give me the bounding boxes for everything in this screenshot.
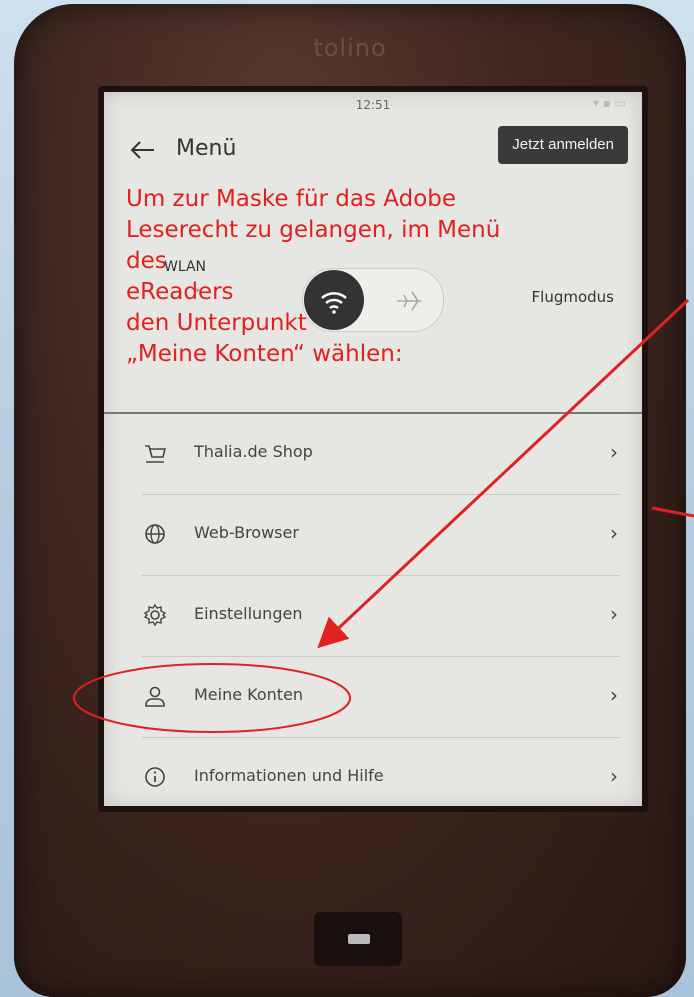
home-button[interactable]	[314, 912, 402, 966]
back-arrow-icon[interactable]	[130, 140, 156, 160]
chevron-right-icon: ›	[610, 521, 618, 545]
user-icon	[145, 686, 165, 707]
globe-icon	[145, 524, 165, 544]
chevron-right-icon: ›	[610, 764, 618, 788]
annotation-line: des	[126, 248, 167, 274]
menu-item-browser[interactable]: Web-Browser ›	[142, 495, 620, 576]
annotation-line: eReaders	[126, 279, 234, 305]
chevron-right-icon: ›	[610, 683, 618, 707]
menu-item-settings[interactable]: Einstellungen ›	[142, 576, 620, 657]
chevron-right-icon: ›	[610, 440, 618, 464]
main-menu: Thalia.de Shop › Web-Browser › Einstellu…	[104, 414, 642, 806]
instruction-annotation: Um zur Maske für das Adobe Leserecht zu …	[126, 184, 606, 370]
status-icons: ▾ ▪ ▭	[592, 96, 626, 110]
menu-item-info[interactable]: Informationen und Hilfe ›	[142, 738, 620, 806]
cart-icon	[145, 445, 166, 463]
menu-item-shop[interactable]: Thalia.de Shop ›	[142, 414, 620, 495]
menu-item-label: Informationen und Hilfe	[194, 766, 384, 785]
menu-item-label: Thalia.de Shop	[194, 442, 313, 461]
menu-item-label: Einstellungen	[194, 604, 303, 623]
annotation-line: den Unterpunkt	[126, 310, 307, 336]
page-title: Menü	[176, 136, 237, 161]
info-icon	[145, 767, 165, 787]
home-button-indicator	[348, 934, 370, 944]
ereader-screen: 12:51 ▾ ▪ ▭ Menü Jetzt anmelden WLAN • F…	[98, 86, 648, 812]
menu-item-label: Web-Browser	[194, 523, 299, 542]
menu-item-accounts[interactable]: Meine Konten ›	[142, 657, 620, 738]
chevron-right-icon: ›	[610, 602, 618, 626]
header-bar: Menü Jetzt anmelden	[104, 118, 642, 178]
annotation-line: Um zur Maske für das Adobe	[126, 186, 457, 212]
brand-logo: tolino	[313, 34, 387, 62]
annotation-line: „Meine Konten“ wählen:	[126, 341, 403, 367]
annotation-line: Leserecht zu gelangen, im Menü	[126, 217, 501, 243]
ereader-device: tolino 12:51 ▾ ▪ ▭ Menü Jetzt anmelden W…	[14, 4, 686, 997]
menu-item-label: Meine Konten	[194, 685, 304, 704]
login-button[interactable]: Jetzt anmelden	[498, 126, 628, 164]
status-time: 12:51	[355, 98, 391, 112]
gear-icon	[144, 604, 166, 626]
